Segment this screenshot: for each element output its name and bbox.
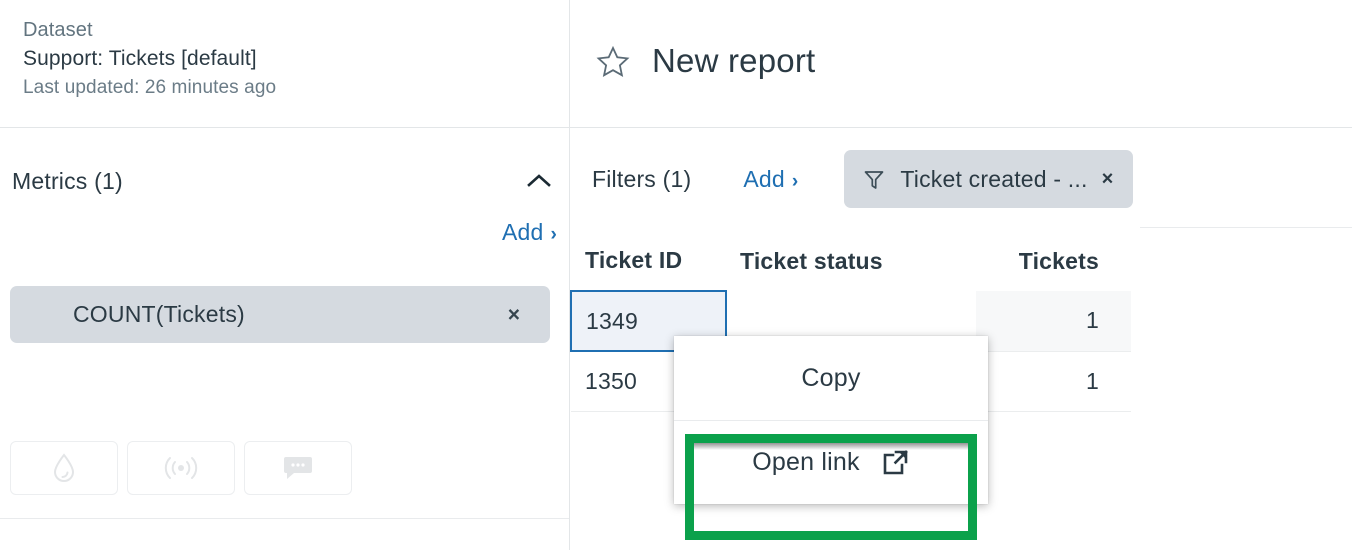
- column-header-ticket-id[interactable]: Ticket ID: [571, 247, 726, 291]
- context-menu-item-label: Copy: [801, 363, 861, 392]
- context-menu-item-label: Open link: [752, 448, 860, 476]
- star-outline-icon[interactable]: [592, 40, 634, 82]
- broadcast-icon[interactable]: [127, 441, 235, 495]
- cell-tickets[interactable]: 1: [976, 291, 1131, 352]
- column-header-ticket-status[interactable]: Ticket status: [726, 247, 976, 291]
- visualization-type-buttons: [10, 441, 352, 495]
- context-menu-item-copy[interactable]: Copy: [674, 336, 988, 420]
- metric-chip-label: COUNT(Tickets): [73, 301, 245, 327]
- add-metric-button[interactable]: Add ›: [502, 219, 557, 246]
- dataset-last-updated: Last updated: 26 minutes ago: [23, 77, 277, 98]
- filter-chip-ticket-created[interactable]: Ticket created - ... ×: [844, 150, 1134, 208]
- remove-filter-icon[interactable]: ×: [1102, 169, 1114, 189]
- filter-chip-label: Ticket created - ...: [900, 165, 1088, 192]
- context-menu-item-open-link[interactable]: Open link: [674, 420, 988, 504]
- chevron-right-icon: ›: [550, 224, 557, 245]
- remove-metric-icon[interactable]: ×: [508, 304, 520, 325]
- cell-tickets[interactable]: 1: [976, 351, 1131, 412]
- report-header: New report: [592, 40, 815, 82]
- filters-title: Filters (1): [592, 165, 692, 192]
- sidebar-section-divider: [0, 518, 569, 519]
- add-filter-button[interactable]: Add ›: [743, 166, 798, 193]
- metrics-section-header: Metrics (1): [12, 163, 557, 199]
- metrics-add-row: Add ›: [12, 219, 557, 246]
- table-header-row: Ticket ID Ticket status Tickets: [571, 247, 1131, 291]
- page-title[interactable]: New report: [652, 42, 815, 80]
- dataset-name[interactable]: Support: Tickets [default]: [23, 44, 276, 74]
- external-link-icon: [880, 448, 910, 478]
- dataset-label: Dataset: [23, 19, 93, 41]
- column-header-tickets[interactable]: Tickets: [976, 247, 1131, 291]
- cell-context-menu: Copy Open link: [674, 336, 988, 504]
- chat-bubble-icon[interactable]: [244, 441, 352, 495]
- chevron-right-icon: ›: [791, 170, 799, 192]
- filters-divider: [1140, 227, 1352, 228]
- add-filter-label: Add: [743, 165, 785, 192]
- panel-divider[interactable]: [569, 0, 570, 550]
- dataset-sidebar: Dataset Support: Tickets [default] Last …: [0, 0, 569, 550]
- header-divider: [0, 127, 1352, 128]
- add-metric-label: Add: [501, 219, 544, 245]
- droplet-icon[interactable]: [10, 441, 118, 495]
- filters-row: Filters (1) Add › Ticket created - ... ×: [592, 150, 1134, 208]
- funnel-icon: [862, 167, 886, 191]
- metrics-title: Metrics (1): [12, 167, 123, 194]
- metric-chip-count-tickets[interactable]: COUNT(Tickets) ×: [10, 286, 550, 343]
- dataset-info: Dataset Support: Tickets [default] Last …: [23, 16, 276, 102]
- chevron-up-icon[interactable]: [521, 163, 557, 199]
- report-builder-screen: Dataset Support: Tickets [default] Last …: [0, 0, 1352, 550]
